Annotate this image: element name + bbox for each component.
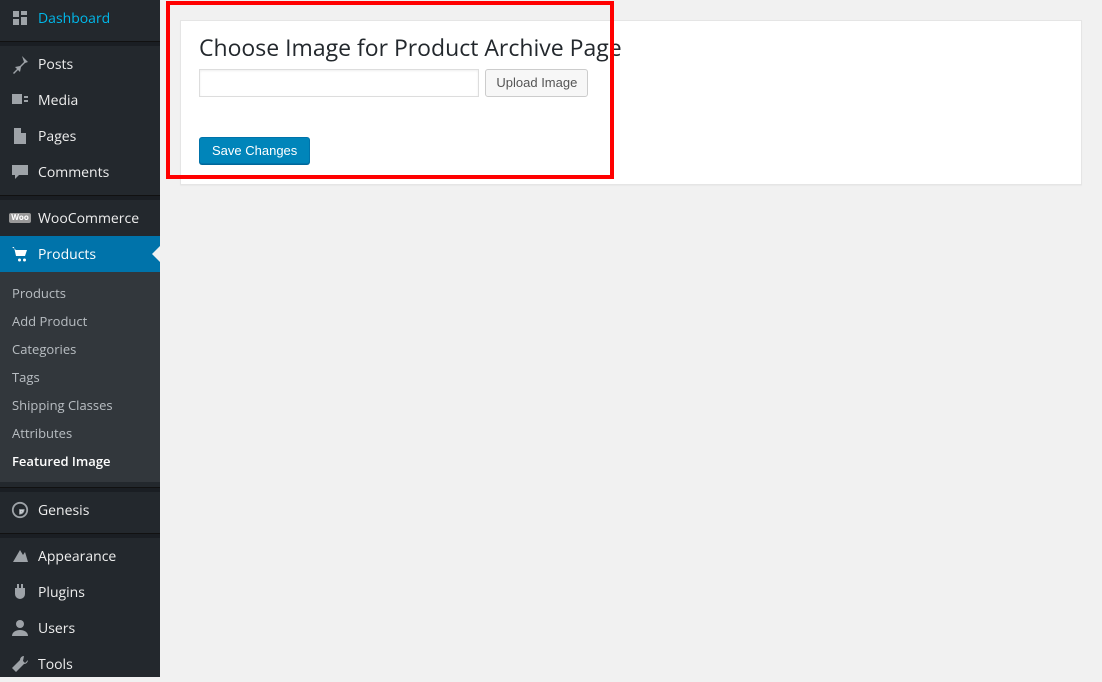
image-path-input[interactable] — [199, 69, 479, 97]
submenu-featured-image[interactable]: Featured Image — [0, 447, 160, 475]
appearance-icon — [10, 546, 30, 566]
sidebar-label: Appearance — [38, 547, 116, 566]
submenu-categories[interactable]: Categories — [0, 335, 160, 363]
sidebar-label: Genesis — [38, 501, 89, 520]
cart-icon — [10, 244, 30, 264]
upload-row: Upload Image — [199, 69, 1063, 97]
sidebar-label: Users — [38, 619, 75, 638]
media-icon — [10, 90, 30, 110]
save-changes-button[interactable]: Save Changes — [199, 137, 310, 164]
upload-image-button[interactable]: Upload Image — [485, 69, 588, 97]
sidebar-label: Posts — [38, 55, 73, 74]
sidebar-label: Products — [38, 245, 96, 264]
sidebar-item-plugins[interactable]: Plugins — [0, 574, 160, 610]
genesis-icon — [10, 500, 30, 520]
plugins-icon — [10, 582, 30, 602]
submenu-tags[interactable]: Tags — [0, 363, 160, 391]
sidebar-label: Tools — [38, 655, 73, 674]
submenu-shipping-classes[interactable]: Shipping Classes — [0, 391, 160, 419]
tools-icon — [10, 654, 30, 674]
sidebar-label: Comments — [38, 163, 109, 182]
sidebar-item-woocommerce[interactable]: Woo WooCommerce — [0, 200, 160, 236]
main-content: Choose Image for Product Archive Page Up… — [160, 0, 1102, 677]
sidebar-item-comments[interactable]: Comments — [0, 154, 160, 190]
page-title: Choose Image for Product Archive Page — [199, 33, 1063, 63]
settings-panel: Choose Image for Product Archive Page Up… — [180, 20, 1082, 185]
users-icon — [10, 618, 30, 638]
dashboard-icon — [10, 8, 30, 28]
sidebar-label: WooCommerce — [38, 209, 139, 228]
submenu-add-product[interactable]: Add Product — [0, 307, 160, 335]
sidebar-label: Plugins — [38, 583, 85, 602]
pages-icon — [10, 126, 30, 146]
submenu-attributes[interactable]: Attributes — [0, 419, 160, 447]
admin-sidebar: Dashboard Posts Media Pages Comments Woo… — [0, 0, 160, 677]
sidebar-item-users[interactable]: Users — [0, 610, 160, 646]
products-submenu: Products Add Product Categories Tags Shi… — [0, 272, 160, 482]
comments-icon — [10, 162, 30, 182]
sidebar-label: Media — [38, 91, 78, 110]
submenu-products[interactable]: Products — [0, 279, 160, 307]
sidebar-item-appearance[interactable]: Appearance — [0, 538, 160, 574]
sidebar-item-pages[interactable]: Pages — [0, 118, 160, 154]
sidebar-item-products[interactable]: Products — [0, 236, 160, 272]
sidebar-label: Dashboard — [38, 9, 110, 28]
sidebar-item-posts[interactable]: Posts — [0, 46, 160, 82]
sidebar-item-media[interactable]: Media — [0, 82, 160, 118]
pin-icon — [10, 54, 30, 74]
woocommerce-icon: Woo — [10, 208, 30, 228]
sidebar-item-dashboard[interactable]: Dashboard — [0, 0, 160, 36]
sidebar-item-genesis[interactable]: Genesis — [0, 492, 160, 528]
sidebar-label: Pages — [38, 127, 76, 146]
